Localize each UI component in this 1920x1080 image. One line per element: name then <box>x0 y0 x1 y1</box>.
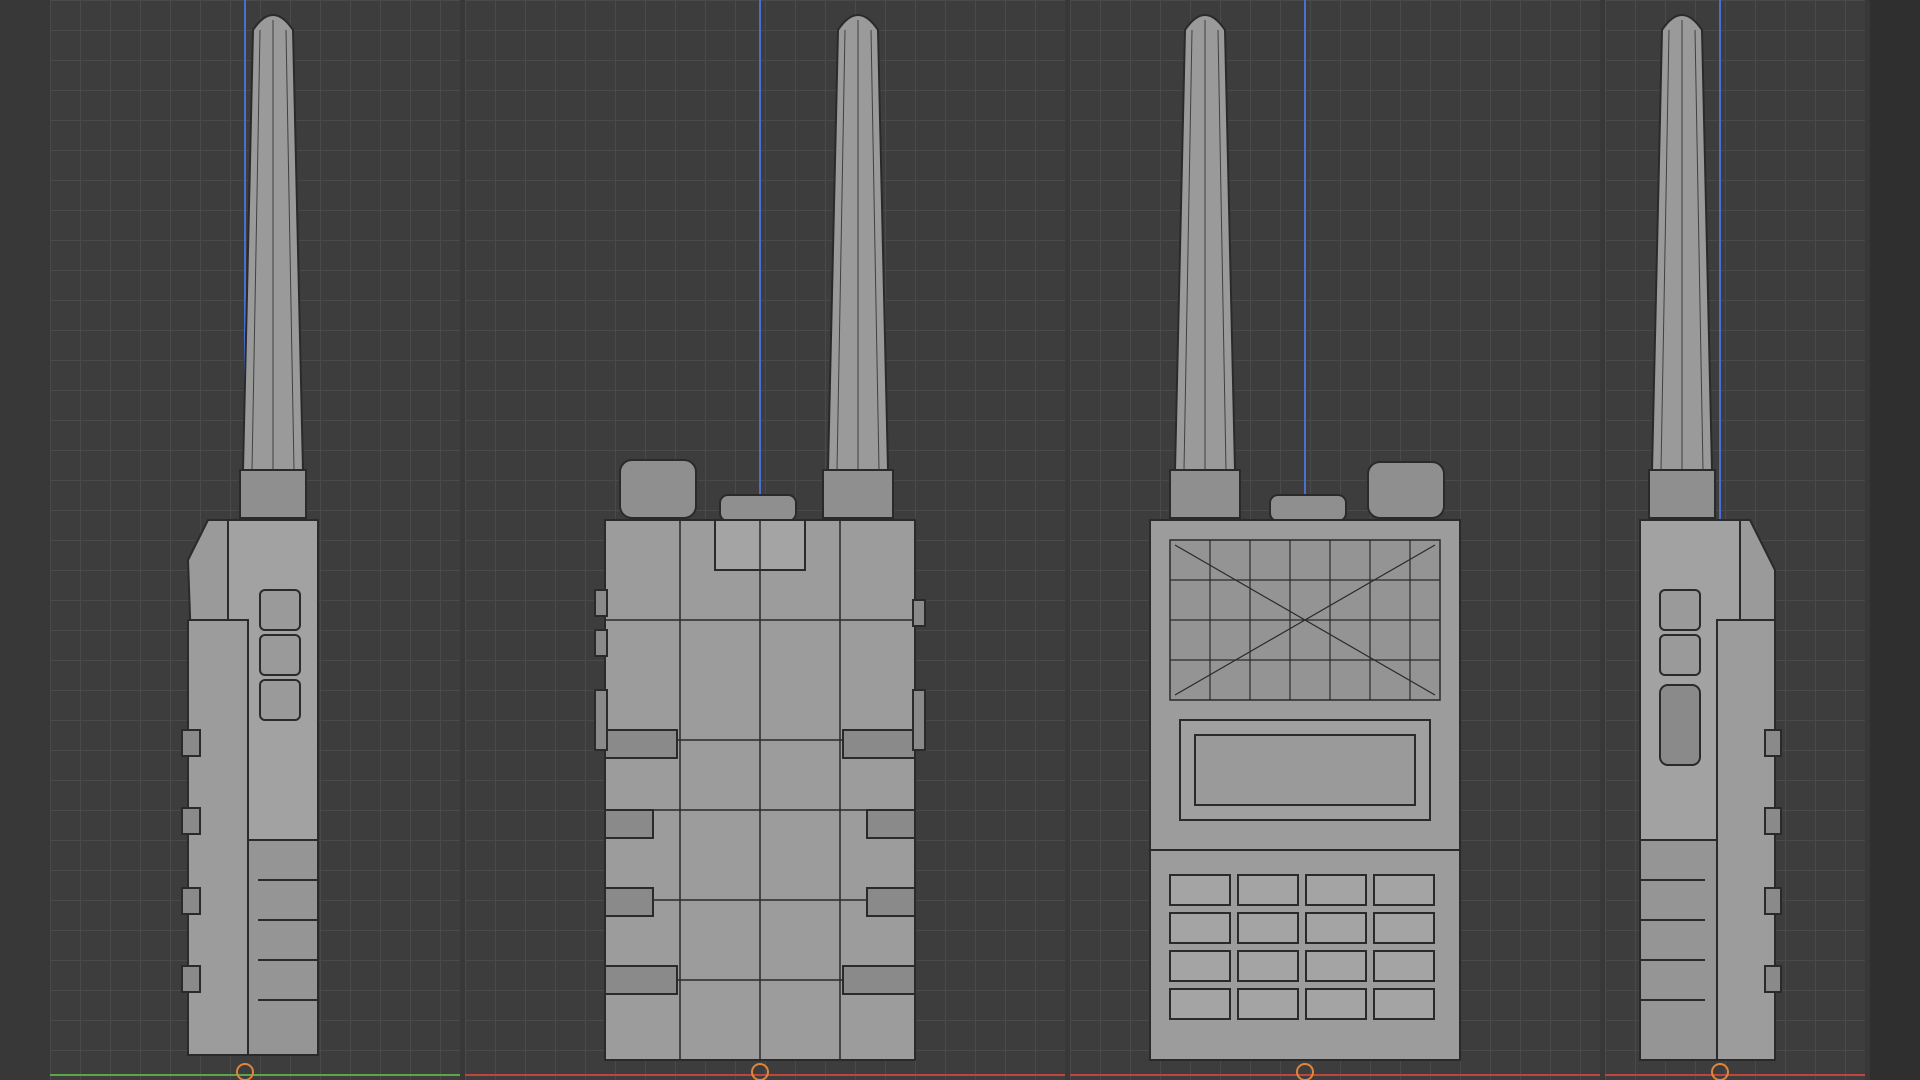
viewport-side-right[interactable] <box>1605 0 1865 1080</box>
viewport-front[interactable] <box>1070 0 1600 1080</box>
radio-side-right-mesh <box>1605 0 1865 1080</box>
radio-back-mesh <box>465 0 1065 1080</box>
radio-side-left-mesh <box>50 0 460 1080</box>
radio-front-mesh <box>1070 0 1600 1080</box>
viewport-side-left[interactable] <box>50 0 460 1080</box>
viewport-edge-right <box>1870 0 1920 1080</box>
viewport-back[interactable] <box>465 0 1065 1080</box>
viewport-stage <box>0 0 1920 1080</box>
